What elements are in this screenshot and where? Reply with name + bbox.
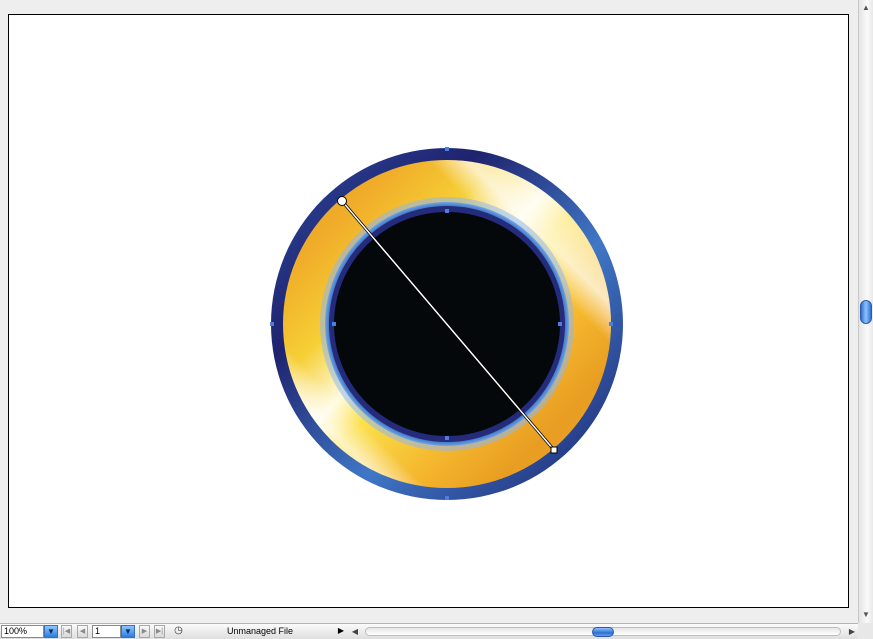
zoom-dropdown-icon[interactable]: ▼	[44, 625, 58, 638]
anchor-point	[445, 496, 449, 500]
vertical-scroll-thumb[interactable]	[860, 300, 872, 324]
horizontal-scrollbar[interactable]: ◀ ▶	[349, 625, 858, 638]
vertical-scrollbar[interactable]: ▲ ▼	[858, 0, 873, 623]
anchor-point	[445, 436, 449, 440]
first-artboard-icon[interactable]: |◀	[61, 625, 72, 638]
next-artboard-icon[interactable]: ▶	[139, 625, 150, 638]
anchor-point	[609, 322, 613, 326]
status-text: Unmanaged File	[226, 626, 294, 636]
scroll-up-icon[interactable]: ▲	[859, 2, 873, 14]
horizontal-scroll-thumb[interactable]	[592, 627, 614, 637]
scroll-right-icon[interactable]: ▶	[846, 625, 858, 638]
anchor-point	[445, 147, 449, 151]
resize-corner[interactable]	[858, 623, 873, 639]
canvas-workspace[interactable]	[0, 0, 858, 623]
zoom-level-field[interactable]: 100%	[1, 625, 44, 638]
scroll-left-icon[interactable]: ◀	[349, 625, 361, 638]
anchor-point	[558, 322, 562, 326]
previous-artboard-icon[interactable]: ◀	[77, 625, 88, 638]
status-circle-icon[interactable]: ◷	[172, 625, 185, 638]
anchor-point	[270, 322, 274, 326]
anchor-point	[445, 209, 449, 213]
gradient-end-handle[interactable]	[550, 446, 558, 454]
anchor-point	[332, 322, 336, 326]
artboard-dropdown-icon[interactable]: ▼	[121, 625, 135, 638]
status-menu-arrow-icon[interactable]: ▶	[336, 625, 346, 638]
status-bar: 100% ▼ |◀ ◀ 1 ▼ ▶ ▶| ◷ Unmanaged File ▶ …	[0, 623, 873, 639]
artwork-layer[interactable]	[0, 0, 858, 623]
last-artboard-icon[interactable]: ▶|	[154, 625, 165, 638]
gradient-origin-handle[interactable]	[337, 196, 347, 206]
scroll-down-icon[interactable]: ▼	[859, 609, 873, 621]
artboard-number-field[interactable]: 1	[92, 625, 121, 638]
